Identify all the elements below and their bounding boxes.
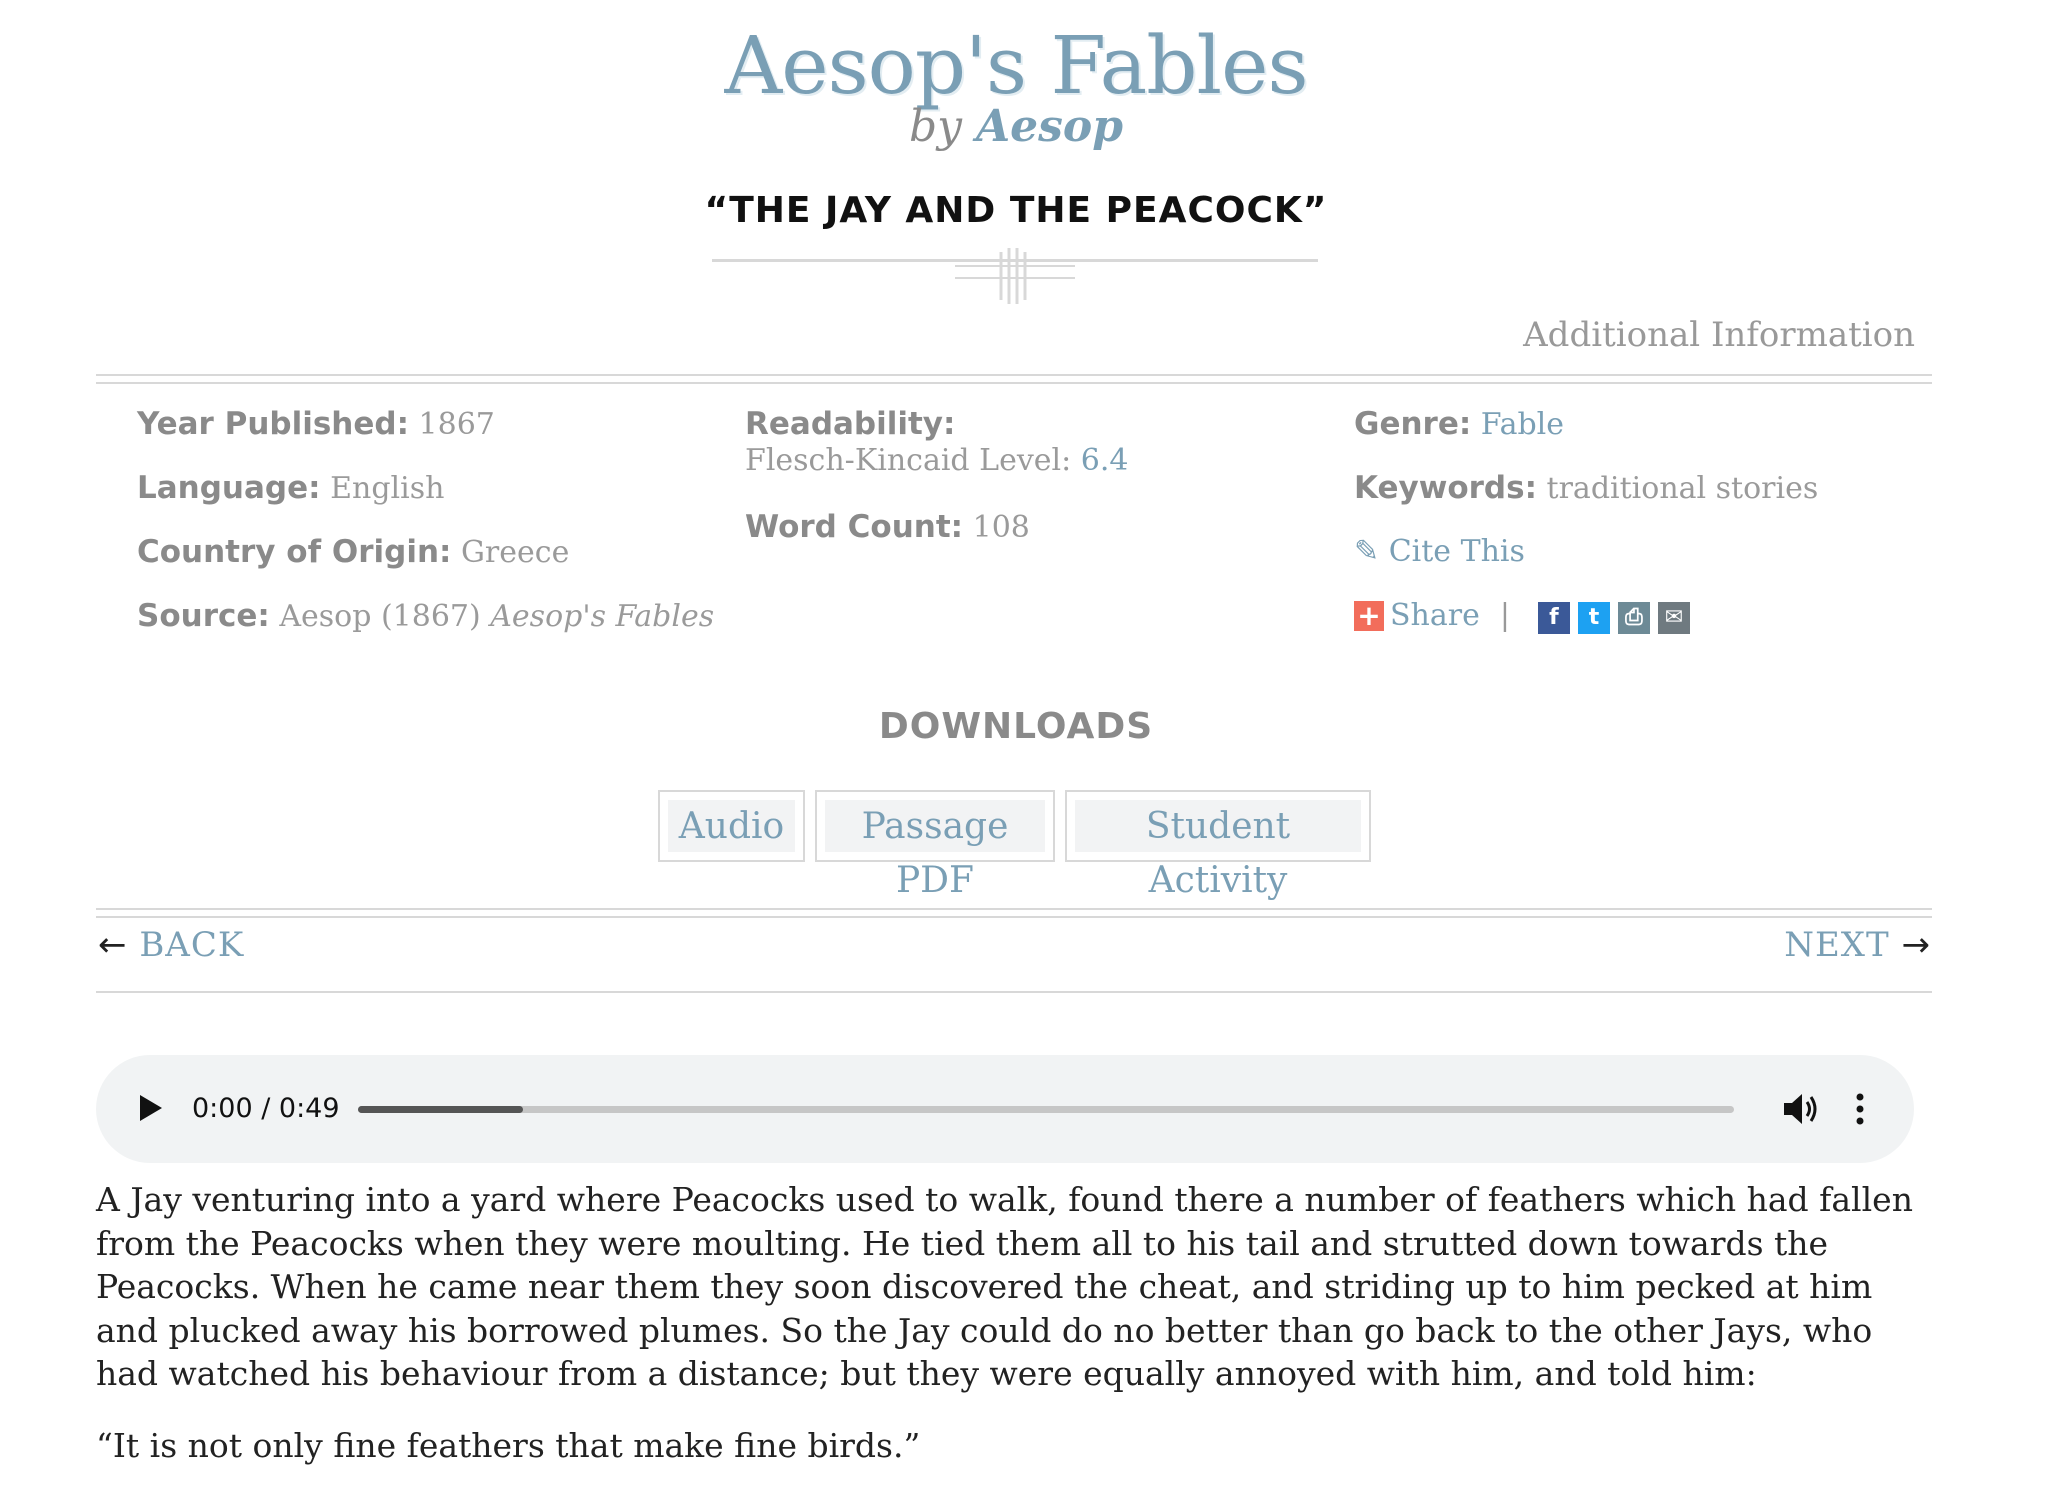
flesch-kincaid-row: Flesch-Kincaid Level: 6.4 bbox=[745, 443, 1129, 479]
year-published-label: Year Published: bbox=[137, 406, 409, 442]
author-link[interactable]: Aesop bbox=[976, 101, 1123, 152]
share-plus-icon[interactable]: + bbox=[1354, 600, 1384, 631]
additional-information-heading: Additional Information bbox=[1523, 315, 1915, 355]
next-label: NEXT bbox=[1784, 925, 1890, 965]
share-link[interactable]: Share bbox=[1390, 598, 1480, 634]
year-published-value: 1867 bbox=[418, 407, 495, 442]
word-count-value: 108 bbox=[972, 510, 1030, 545]
meta-column-3: Genre: Fable Keywords: traditional stori… bbox=[1354, 406, 1818, 661]
flesch-kincaid-label: Flesch-Kincaid Level: bbox=[745, 443, 1072, 478]
play-icon[interactable] bbox=[140, 1095, 162, 1121]
country-value: Greece bbox=[460, 535, 570, 570]
language-value: English bbox=[330, 471, 445, 506]
download-audio-button[interactable]: Audio bbox=[658, 790, 805, 862]
story-title: “THE JAY AND THE PEACOCK” bbox=[704, 190, 1328, 231]
genre-label: Genre: bbox=[1354, 406, 1472, 442]
flesch-kincaid-value[interactable]: 6.4 bbox=[1081, 443, 1129, 478]
more-options-icon[interactable] bbox=[1856, 1089, 1864, 1129]
download-student-activity-button[interactable]: Student Activity bbox=[1065, 790, 1371, 901]
readability-row: Readability: bbox=[745, 406, 1129, 443]
genre-link[interactable]: Fable bbox=[1481, 407, 1564, 442]
cite-this-row[interactable]: ✎ Cite This bbox=[1354, 534, 1818, 570]
social-icons: f t ⎙ ✉ bbox=[1530, 597, 1690, 634]
readability-label: Readability: bbox=[745, 406, 956, 442]
audio-time: 0:00 / 0:49 bbox=[192, 1093, 340, 1124]
keywords-label: Keywords: bbox=[1354, 470, 1537, 506]
passage-moral: “It is not only fine feathers that make … bbox=[96, 1425, 921, 1465]
byline: by Aesop bbox=[0, 100, 2032, 154]
arrow-right-icon: → bbox=[1901, 925, 1931, 965]
arrow-left-icon: ← bbox=[98, 925, 128, 965]
genre-row: Genre: Fable bbox=[1354, 406, 1818, 443]
back-link[interactable]: ← BACK bbox=[98, 925, 244, 965]
year-published-row: Year Published: 1867 bbox=[137, 406, 714, 443]
byline-prefix: by bbox=[908, 101, 962, 152]
downloads-heading: DOWNLOADS bbox=[878, 706, 1154, 747]
download-passage-pdf-label: Passage PDF bbox=[825, 800, 1045, 901]
download-passage-pdf-button[interactable]: Passage PDF bbox=[815, 790, 1055, 901]
keywords-row: Keywords: traditional stories bbox=[1354, 470, 1818, 507]
country-label: Country of Origin: bbox=[137, 534, 452, 570]
source-value: Aesop (1867) bbox=[279, 599, 481, 634]
email-icon[interactable]: ✉ bbox=[1657, 602, 1690, 634]
download-student-activity-label: Student Activity bbox=[1075, 800, 1361, 901]
source-title: Aesop's Fables bbox=[490, 599, 715, 634]
story-passage: A Jay venturing into a yard where Peacoc… bbox=[96, 1178, 1936, 1495]
print-icon[interactable]: ⎙ bbox=[1617, 602, 1650, 634]
download-audio-label: Audio bbox=[668, 800, 795, 852]
source-label: Source: bbox=[137, 598, 270, 634]
volume-icon[interactable] bbox=[1780, 1089, 1820, 1129]
language-row: Language: English bbox=[137, 470, 714, 507]
nav-bottom-divider bbox=[96, 991, 1932, 993]
cite-this-link[interactable]: Cite This bbox=[1389, 534, 1525, 569]
passage-paragraph: A Jay venturing into a yard where Peacoc… bbox=[96, 1180, 1913, 1393]
meta-column-1: Year Published: 1867 Language: English C… bbox=[137, 406, 714, 662]
back-label: BACK bbox=[139, 925, 245, 965]
facebook-icon[interactable]: f bbox=[1537, 602, 1570, 634]
language-label: Language: bbox=[137, 470, 321, 506]
ornament-icon bbox=[955, 248, 1075, 304]
twitter-icon[interactable]: t bbox=[1577, 602, 1610, 634]
nav-top-divider bbox=[96, 908, 1932, 918]
audio-progress-fill bbox=[358, 1106, 524, 1113]
word-count-label: Word Count: bbox=[745, 509, 964, 545]
pencil-icon: ✎ bbox=[1354, 534, 1380, 569]
source-row: Source: Aesop (1867) Aesop's Fables bbox=[137, 598, 714, 635]
info-top-divider bbox=[96, 374, 1932, 384]
word-count-row: Word Count: 108 bbox=[745, 509, 1129, 546]
meta-column-2: Readability: Flesch-Kincaid Level: 6.4 W… bbox=[745, 406, 1129, 573]
country-row: Country of Origin: Greece bbox=[137, 534, 714, 571]
audio-player: 0:00 / 0:49 bbox=[96, 1055, 1914, 1163]
share-row: + Share | f t ⎙ ✉ bbox=[1354, 597, 1818, 634]
share-separator: | bbox=[1499, 597, 1510, 633]
keywords-value[interactable]: traditional stories bbox=[1547, 471, 1819, 506]
next-link[interactable]: NEXT → bbox=[1784, 925, 1931, 965]
audio-progress-track[interactable] bbox=[358, 1106, 1734, 1113]
